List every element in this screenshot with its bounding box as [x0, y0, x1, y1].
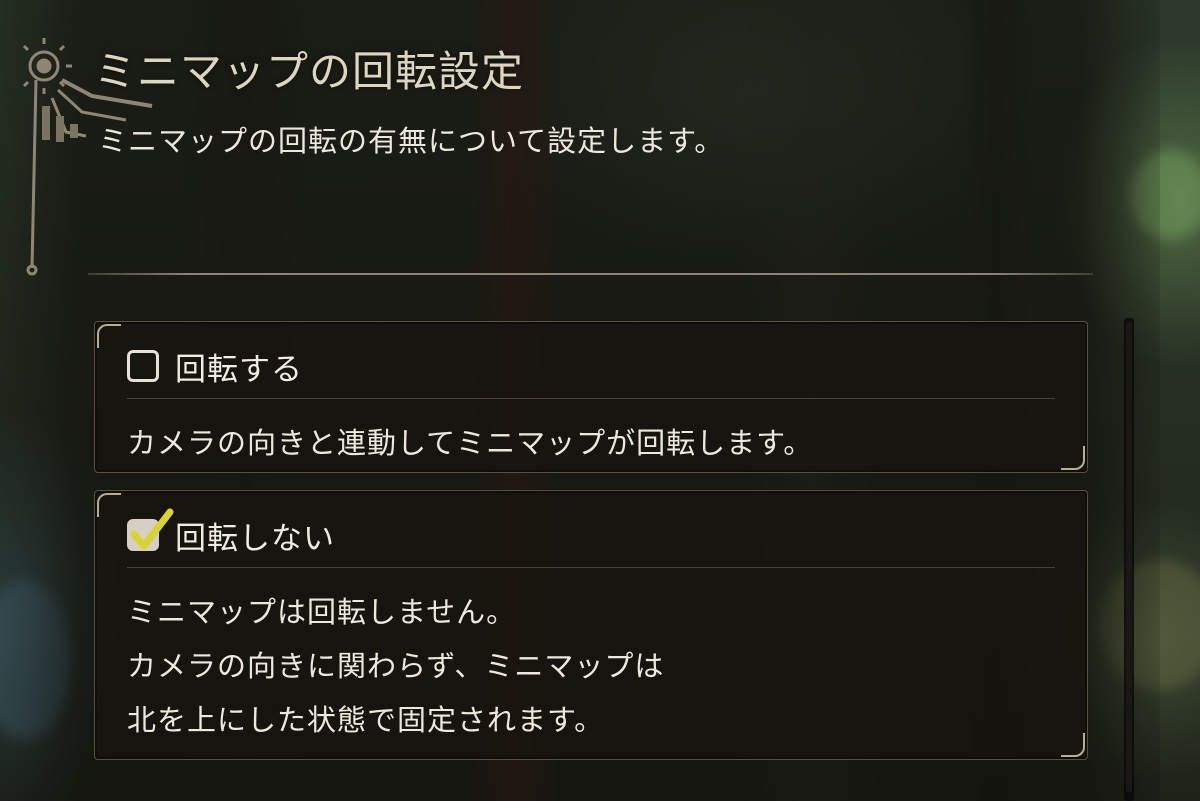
header-divider — [88, 273, 1093, 275]
page-title: ミニマップの回転設定 — [94, 47, 525, 96]
option-label: 回転しない — [175, 520, 335, 557]
corner-ornament — [97, 324, 121, 348]
option-header: 回転しない — [127, 508, 335, 557]
checkbox-checked-icon[interactable] — [127, 508, 174, 551]
scrollbar-thumb[interactable] — [1126, 322, 1132, 792]
option-description: ミニマップは回転しません。 カメラの向きに関わらず、ミニマップは 北を上にした状… — [127, 585, 664, 747]
option-rotate[interactable]: 回転する カメラの向きと連動してミニマップが回転します。 — [94, 321, 1088, 473]
checkmark-icon — [130, 508, 174, 550]
page-description: ミニマップの回転の有無について設定します。 — [98, 124, 725, 158]
description-line: ミニマップは回転しません。 — [127, 595, 517, 629]
corner-ornament — [1061, 733, 1085, 757]
scrollbar[interactable] — [1124, 318, 1134, 801]
description-line: 北を上にした状態で固定されます。 — [127, 703, 605, 737]
corner-ornament — [97, 493, 121, 517]
option-description: カメラの向きと連動してミニマップが回転します。 — [127, 416, 813, 470]
option-no-rotate[interactable]: 回転しない ミニマップは回転しません。 カメラの向きに関わらず、ミニマップは 北… — [94, 490, 1088, 760]
description-line: カメラの向きに関わらず、ミニマップは — [127, 649, 665, 683]
option-header: 回転する — [127, 346, 303, 388]
corner-ornament — [1061, 446, 1085, 470]
description-line: カメラの向きと連動してミニマップが回転します。 — [127, 426, 814, 460]
option-label: 回転する — [175, 351, 303, 388]
checkbox-unchecked-icon[interactable] — [127, 350, 159, 382]
option-divider — [127, 398, 1055, 399]
option-divider — [127, 567, 1055, 568]
